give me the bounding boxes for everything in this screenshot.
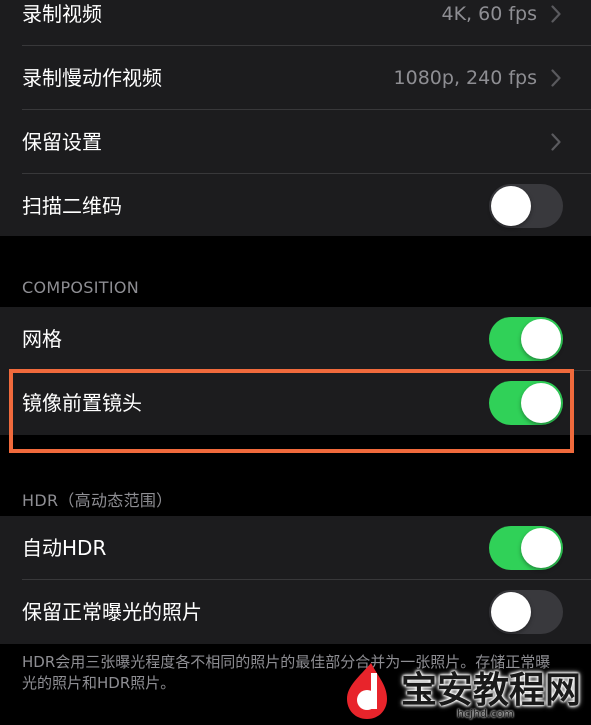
auto-hdr-toggle[interactable]	[489, 526, 563, 570]
toggle-knob	[521, 528, 561, 568]
keep-normal-photo-label: 保留正常曝光的照片	[22, 600, 202, 624]
record-slomo-value: 1080p, 240 fps	[393, 67, 537, 89]
chevron-right-icon	[551, 5, 561, 23]
watermark-text: 宝安教程网	[401, 669, 582, 711]
auto-hdr-row: 自动HDR	[0, 516, 591, 580]
keep-normal-photo-row: 保留正常曝光的照片	[0, 580, 591, 644]
preserve-settings-row[interactable]: 保留设置	[0, 110, 591, 174]
camera-settings-group: 录制视频 4K, 60 fps 录制慢动作视频 1080p, 240 fps 保…	[0, 0, 591, 236]
composition-group: 网格 镜像前置镜头	[0, 307, 591, 435]
chevron-right-icon	[551, 133, 561, 151]
hdr-section-header: HDR（高动态范围）	[22, 491, 173, 510]
toggle-knob	[491, 592, 531, 632]
record-video-label: 录制视频	[22, 2, 102, 26]
toggle-knob	[491, 186, 531, 226]
grid-label: 网格	[22, 327, 62, 351]
record-slomo-row[interactable]: 录制慢动作视频 1080p, 240 fps	[0, 46, 591, 110]
chevron-right-icon	[551, 69, 561, 87]
keep-normal-photo-toggle[interactable]	[489, 590, 563, 634]
watermark-url: hcjhd.com	[457, 707, 515, 720]
record-slomo-label: 录制慢动作视频	[22, 66, 162, 90]
mirror-front-camera-label: 镜像前置镜头	[22, 391, 142, 415]
auto-hdr-label: 自动HDR	[22, 536, 107, 560]
mirror-front-camera-row: 镜像前置镜头	[0, 371, 591, 435]
grid-toggle[interactable]	[489, 317, 563, 361]
composition-section-header: COMPOSITION	[22, 278, 140, 297]
hdr-group: 自动HDR 保留正常曝光的照片	[0, 516, 591, 644]
record-video-value: 4K, 60 fps	[441, 3, 538, 25]
toggle-knob	[521, 319, 561, 359]
scan-qr-row: 扫描二维码	[0, 174, 591, 238]
mirror-front-camera-toggle[interactable]	[489, 381, 563, 425]
preserve-settings-label: 保留设置	[22, 130, 102, 154]
watermark-logo-icon	[347, 663, 387, 719]
grid-row: 网格	[0, 307, 591, 371]
record-video-row[interactable]: 录制视频 4K, 60 fps	[0, 0, 591, 46]
scan-qr-label: 扫描二维码	[22, 194, 122, 218]
scan-qr-toggle[interactable]	[489, 184, 563, 228]
toggle-knob	[521, 383, 561, 423]
watermark: 宝安教程网 hcjhd.com	[335, 655, 591, 725]
